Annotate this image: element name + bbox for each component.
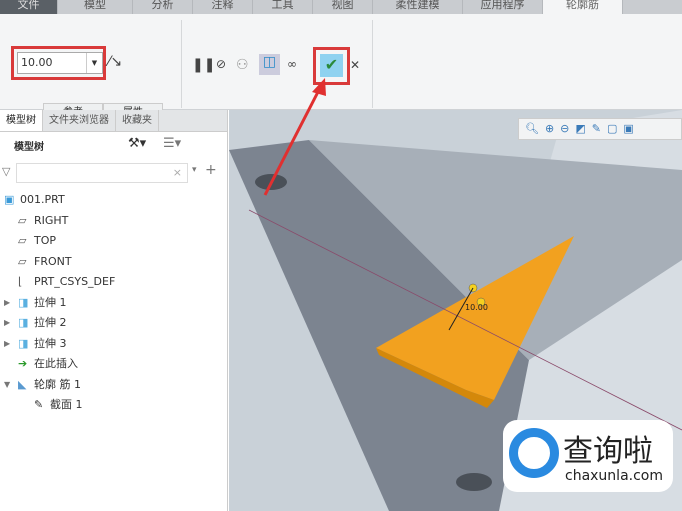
watermark-url: chaxunla.com bbox=[565, 468, 663, 484]
watermark-logo-icon bbox=[509, 428, 559, 478]
watermark: 查询啦 chaxunla.com bbox=[503, 420, 673, 492]
watermark-name: 查询啦 bbox=[563, 434, 653, 469]
